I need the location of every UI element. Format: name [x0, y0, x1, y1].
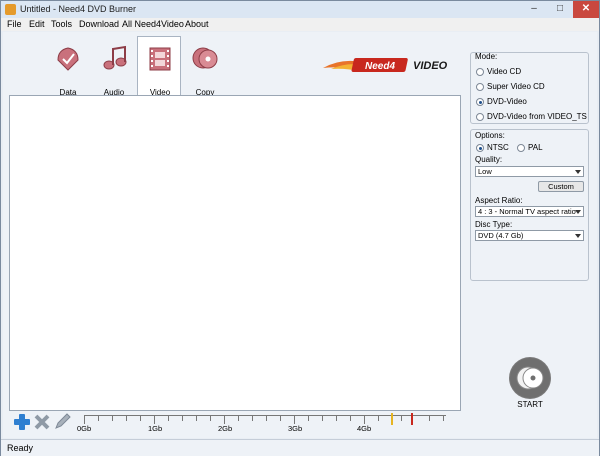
tab-audio[interactable]: Audio: [92, 36, 136, 97]
quality-select[interactable]: Low: [475, 166, 584, 177]
scale-tick: [401, 415, 402, 421]
maximize-icon[interactable]: □: [547, 1, 573, 18]
start-button[interactable]: [509, 357, 551, 399]
tab-copy[interactable]: Copy: [183, 36, 227, 97]
quality-value: Low: [478, 167, 492, 176]
aspect-ratio-select[interactable]: 4 : 3 - Normal TV aspect ratio: [475, 206, 584, 217]
close-icon[interactable]: ✕: [573, 1, 599, 18]
custom-button[interactable]: Custom: [538, 181, 584, 192]
disc-icon: [510, 358, 550, 398]
scale-tick: [322, 415, 323, 421]
scale-tick: [112, 415, 113, 421]
main-area: Data Audio Video Copy Need4 VIDEO Mode: …: [3, 32, 597, 438]
scale-tick: [140, 415, 141, 421]
scale-tick: [154, 415, 155, 424]
scale-tick: [364, 415, 365, 424]
app-icon: [5, 4, 16, 15]
mode-title: Mode:: [475, 52, 498, 61]
radio-pal[interactable]: [517, 144, 525, 152]
scale-tick: [294, 415, 295, 424]
scale-tick: [224, 415, 225, 424]
radio-dvd-video-ts-label: DVD-Video from VIDEO_TS: [487, 112, 587, 121]
menu-all-need4video[interactable]: All Need4Video: [122, 19, 184, 29]
scale-label-3gb: 3Gb: [288, 424, 303, 433]
menu-edit[interactable]: Edit: [29, 19, 45, 29]
scale-tick: [126, 415, 127, 421]
menu-file[interactable]: File: [7, 19, 22, 29]
radio-pal-label: PAL: [528, 143, 543, 152]
aspect-ratio-value: 4 : 3 - Normal TV aspect ratio: [478, 207, 576, 216]
radio-dvd-video-label: DVD-Video: [487, 97, 527, 106]
disc-type-label: Disc Type:: [475, 220, 513, 229]
mode-group: Mode: Video CD Super Video CD DVD-Video …: [470, 52, 589, 124]
start-label: START: [517, 400, 543, 409]
tab-video[interactable]: Video: [137, 36, 181, 97]
remove-icon[interactable]: [33, 413, 51, 431]
scale-tick: [196, 415, 197, 421]
chevron-down-icon: [575, 210, 581, 214]
scale-tick: [252, 415, 253, 421]
disc-capacity-marker: [411, 413, 413, 425]
scale-label-4gb: 4Gb: [357, 424, 372, 433]
svg-text:VIDEO: VIDEO: [413, 60, 448, 72]
bottom-toolbar: 0Gb 1Gb 2Gb 3Gb 4Gb: [11, 410, 459, 434]
radio-dvd-video-ts[interactable]: [476, 113, 484, 121]
radio-ntsc[interactable]: [476, 144, 484, 152]
svg-text:Need4: Need4: [365, 61, 395, 72]
window-title: Untitled - Need4 DVD Burner: [20, 4, 137, 14]
scale-tick: [378, 415, 379, 421]
scale-tick: [443, 415, 444, 421]
audio-icon: [103, 45, 127, 70]
status-text: Ready: [7, 443, 34, 453]
scale-label-2gb: 2Gb: [218, 424, 233, 433]
menu-about[interactable]: About: [185, 19, 209, 29]
title-bar: Untitled - Need4 DVD Burner – □ ✕: [1, 1, 599, 19]
options-group: Options: NTSC PAL Quality: Low Custom As…: [470, 129, 589, 281]
scale-tick: [266, 415, 267, 421]
menu-tools[interactable]: Tools: [51, 19, 72, 29]
scale-tick: [84, 415, 85, 424]
status-bar: Ready: [1, 439, 599, 456]
data-icon: [57, 47, 79, 71]
scale-tick: [350, 415, 351, 421]
chevron-down-icon: [575, 170, 581, 174]
edit-icon[interactable]: [53, 413, 71, 431]
scale-tick: [98, 415, 99, 421]
scale-tick: [182, 415, 183, 421]
scale-label-1gb: 1Gb: [148, 424, 163, 433]
dvd-single-layer-marker: [391, 413, 393, 425]
quality-label: Quality:: [475, 155, 503, 164]
minimize-icon[interactable]: –: [521, 1, 547, 18]
disc-type-select[interactable]: DVD (4.7 Gb): [475, 230, 584, 241]
video-icon: [149, 47, 171, 71]
need4video-logo: Need4 VIDEO: [323, 58, 448, 72]
scale-tick: [308, 415, 309, 421]
add-icon[interactable]: [13, 413, 31, 431]
radio-video-cd[interactable]: [476, 68, 484, 76]
menu-download[interactable]: Download: [79, 19, 119, 29]
options-title: Options:: [475, 131, 505, 140]
radio-super-video-cd[interactable]: [476, 83, 484, 91]
radio-dvd-video[interactable]: [476, 98, 484, 106]
menu-bar: File Edit Tools Download All Need4Video …: [1, 18, 599, 31]
scale-tick: [429, 415, 430, 421]
tab-data[interactable]: Data: [46, 36, 90, 97]
radio-super-video-cd-label: Super Video CD: [487, 82, 545, 91]
disc-type-value: DVD (4.7 Gb): [478, 231, 524, 240]
app-window: Untitled - Need4 DVD Burner – □ ✕ File E…: [0, 0, 600, 456]
scale-label-0gb: 0Gb: [77, 424, 92, 433]
chevron-down-icon: [575, 234, 581, 238]
scale-tick: [238, 415, 239, 421]
scale-tick: [210, 415, 211, 421]
file-list-panel[interactable]: [9, 95, 461, 411]
scale-tick: [280, 415, 281, 421]
radio-ntsc-label: NTSC: [487, 143, 509, 152]
aspect-ratio-label: Aspect Ratio:: [475, 196, 523, 205]
scale-tick: [336, 415, 337, 421]
radio-video-cd-label: Video CD: [487, 67, 522, 76]
scale-tick: [168, 415, 169, 421]
copy-icon: [192, 47, 218, 69]
